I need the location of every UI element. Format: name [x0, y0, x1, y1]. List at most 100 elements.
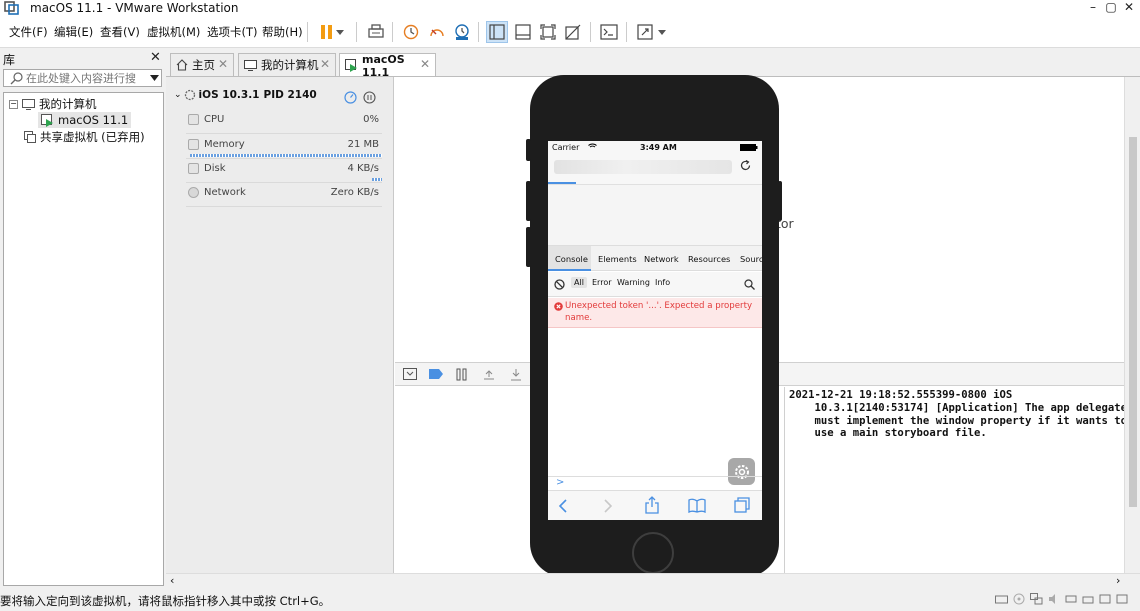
- unity-icon[interactable]: [562, 21, 584, 43]
- metric-row-memory[interactable]: Memory 21 MB: [186, 137, 382, 159]
- hdd-icon[interactable]: [995, 593, 1008, 605]
- menu-tabs[interactable]: 选项卡(T): [207, 24, 258, 40]
- cd-icon[interactable]: [1013, 593, 1025, 605]
- vertical-scrollbar[interactable]: [1124, 77, 1140, 573]
- error-icon: [554, 302, 563, 311]
- revert-snapshot-icon[interactable]: [426, 21, 448, 43]
- step-over-icon[interactable]: [482, 368, 496, 381]
- library-tree: − 我的计算机 macOS 11.1 共享虚拟机 (已弃用): [3, 92, 164, 586]
- filter-error[interactable]: Error: [592, 278, 612, 287]
- menu-file[interactable]: 文件(F): [9, 24, 48, 40]
- share-icon[interactable]: [645, 496, 659, 514]
- library-title: 库: [3, 53, 16, 67]
- title-bar: macOS 11.1 - VMware Workstation – ▢ ✕: [0, 0, 1140, 17]
- snapshot-icon[interactable]: [400, 21, 422, 43]
- printer-icon[interactable]: [1082, 593, 1094, 605]
- library-view-icon[interactable]: [486, 21, 508, 43]
- wifi-icon: [588, 143, 597, 150]
- tab-macos[interactable]: macOS 11.1 ✕: [339, 53, 436, 79]
- devtools-tab-elements[interactable]: Elements: [598, 254, 637, 264]
- tab-my-computer-close-icon[interactable]: ✕: [320, 57, 330, 71]
- console-view-icon[interactable]: [598, 21, 620, 43]
- display-icon[interactable]: [1099, 593, 1111, 605]
- console-prompt[interactable]: >: [548, 476, 762, 490]
- devtools-tab-network[interactable]: Network: [644, 254, 679, 264]
- tab-my-computer-label: 我的计算机: [261, 58, 319, 72]
- home-button[interactable]: [632, 532, 674, 574]
- close-library-icon[interactable]: ✕: [150, 50, 161, 65]
- bookmarks-icon[interactable]: [688, 498, 706, 513]
- metric-row-cpu[interactable]: CPU 0%: [186, 112, 382, 134]
- forward-icon[interactable]: [603, 499, 613, 513]
- sound-icon[interactable]: [1048, 593, 1060, 605]
- process-row[interactable]: ⌄ iOS 10.3.1 PID 2140: [174, 89, 317, 101]
- url-field[interactable]: [554, 160, 732, 174]
- collapse-icon[interactable]: −: [9, 99, 18, 109]
- scroll-right-icon[interactable]: ›: [1116, 574, 1120, 587]
- full-screen-icon[interactable]: [537, 21, 559, 43]
- breakpoint-icon[interactable]: [429, 369, 443, 379]
- menu-vm[interactable]: 虚拟机(M): [147, 24, 200, 40]
- step-into-icon[interactable]: [509, 368, 523, 381]
- tree-label-my-computer: 我的计算机: [39, 97, 97, 111]
- tabs-icon[interactable]: [734, 497, 750, 513]
- metric-label: Memory: [204, 139, 245, 150]
- shared-vms-icon: [24, 131, 36, 143]
- clear-console-icon[interactable]: [554, 279, 565, 290]
- horizontal-scrollbar[interactable]: ‹ ›: [166, 573, 1140, 587]
- network-adapter-icon[interactable]: [1030, 593, 1043, 605]
- status-bar: 要将输入定向到该虚拟机，请将鼠标指针移入其中或按 Ctrl+G。: [0, 590, 1140, 611]
- simulator-phone[interactable]: Carrier 3:49 AM Console Elements Network…: [526, 75, 782, 577]
- vm-icon: [345, 59, 358, 72]
- devtools-tab-console[interactable]: Console: [555, 254, 588, 264]
- scroll-left-icon[interactable]: ‹: [170, 574, 174, 587]
- reload-icon[interactable]: [740, 160, 751, 171]
- pause-dropdown-icon[interactable]: [334, 21, 346, 43]
- library-search[interactable]: [3, 69, 162, 87]
- metric-label: Disk: [204, 163, 226, 174]
- metric-row-network[interactable]: Network Zero KB/s: [186, 185, 382, 207]
- metric-row-disk[interactable]: Disk 4 KB/s: [186, 161, 382, 183]
- devtools-tab-resources[interactable]: Resources: [688, 254, 730, 264]
- send-ctrl-alt-del-icon[interactable]: [365, 21, 387, 43]
- filter-warning[interactable]: Warning: [617, 278, 650, 287]
- clock-label: 3:49 AM: [640, 143, 677, 152]
- search-input[interactable]: [26, 71, 136, 85]
- filter-info[interactable]: Info: [655, 278, 670, 287]
- tree-item-my-computer[interactable]: − 我的计算机: [9, 96, 97, 112]
- message-icon[interactable]: [1116, 593, 1128, 605]
- back-icon[interactable]: [558, 499, 568, 513]
- thumbnail-view-icon[interactable]: [512, 21, 534, 43]
- tree-item-shared-vms[interactable]: 共享虚拟机 (已弃用): [24, 129, 145, 145]
- scroll-thumb[interactable]: [1129, 137, 1137, 507]
- close-button[interactable]: ✕: [1114, 0, 1140, 17]
- tab-home[interactable]: 主页 ✕: [170, 53, 234, 76]
- menu-view[interactable]: 查看(V): [100, 24, 140, 40]
- devtools-tab-sources[interactable]: Source: [740, 254, 762, 264]
- stretch-icon[interactable]: [634, 21, 656, 43]
- menu-help[interactable]: 帮助(H): [262, 24, 303, 40]
- console-search-icon[interactable]: [744, 279, 755, 290]
- metric-usage-bar: [372, 178, 382, 181]
- menu-edit[interactable]: 编辑(E): [54, 24, 93, 40]
- hide-debug-area-icon[interactable]: [403, 368, 417, 380]
- phone-screen[interactable]: Carrier 3:49 AM Console Elements Network…: [548, 141, 762, 520]
- usb-icon[interactable]: [1065, 593, 1077, 605]
- window-title: macOS 11.1 - VMware Workstation: [30, 1, 239, 15]
- filter-all[interactable]: All: [571, 277, 587, 288]
- stretch-dropdown-icon[interactable]: [656, 21, 668, 43]
- vm-display[interactable]: ⌄ iOS 10.3.1 PID 2140 CPU 0% Memory 21 MB Di…: [166, 75, 1140, 587]
- process-pid: PID 2140: [263, 89, 317, 101]
- metric-value: 4 KB/s: [347, 163, 379, 174]
- search-dropdown-icon[interactable]: [150, 75, 159, 81]
- tab-home-close-icon[interactable]: ✕: [218, 57, 228, 71]
- tree-item-macos[interactable]: macOS 11.1: [38, 112, 132, 128]
- tab-macos-close-icon[interactable]: ✕: [420, 57, 430, 71]
- snapshot-manager-icon[interactable]: [451, 21, 473, 43]
- tab-my-computer[interactable]: 我的计算机 ✕: [238, 53, 336, 76]
- gauge-icon[interactable]: [344, 91, 357, 104]
- debug-pause-icon[interactable]: [456, 368, 468, 381]
- pause-process-icon[interactable]: [363, 91, 376, 104]
- network-icon: [188, 187, 199, 198]
- devtools-tabs: Console Elements Network Resources Sourc…: [548, 245, 762, 271]
